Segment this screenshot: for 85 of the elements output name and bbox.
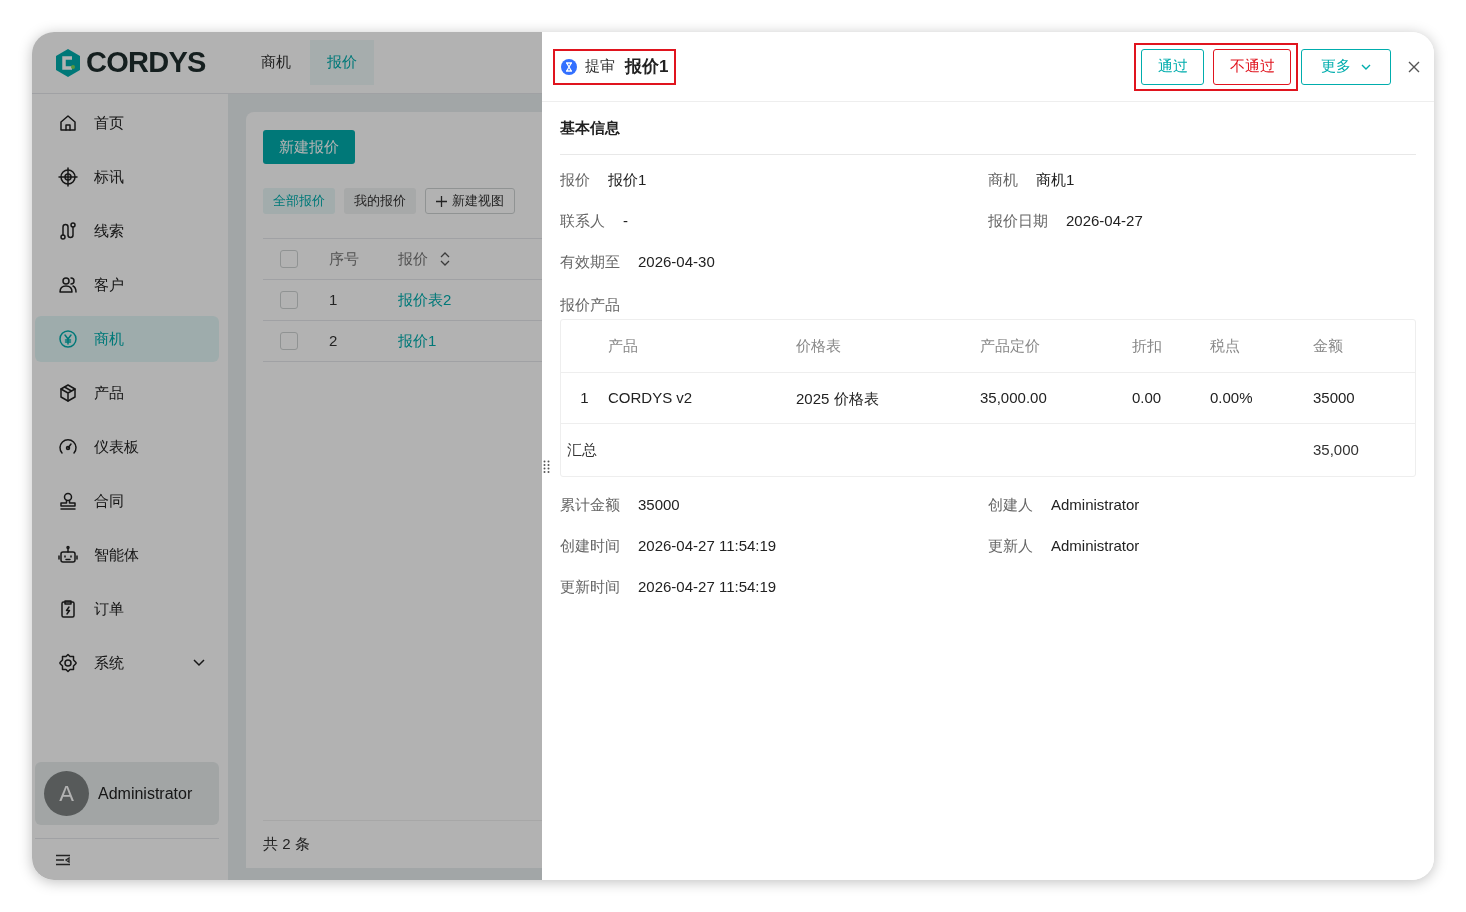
field-value: 2026-04-27 <box>1066 211 1143 231</box>
table-cell-text: 1 <box>579 387 590 408</box>
checkbox[interactable] <box>280 291 298 309</box>
table-cell-text: 35000 <box>1313 387 1356 408</box>
table-cell-text: 1 <box>329 289 339 310</box>
target-icon <box>58 167 78 187</box>
sidebar-item[interactable]: 智能体 <box>35 532 219 578</box>
close-icon[interactable] <box>1408 60 1420 73</box>
table-cell-text: 0.00% <box>1210 387 1254 408</box>
column-header: 税点 <box>1210 335 1241 356</box>
table-cell-text: CORDYS v2 <box>608 387 694 408</box>
stamp-icon <box>58 491 78 511</box>
view-tab[interactable]: 我的报价 <box>344 188 416 214</box>
checkbox[interactable] <box>280 332 298 350</box>
field-value: - <box>623 211 628 231</box>
field-value: 35000 <box>638 495 680 515</box>
field-label: 报价产品 <box>560 295 621 316</box>
collapse-sidebar-icon[interactable] <box>55 853 71 866</box>
yen-icon <box>58 329 78 349</box>
table-cell-text: 2025 价格表 <box>796 389 880 410</box>
field-value: 报价1 <box>608 170 647 190</box>
chevron-icon <box>193 659 205 667</box>
section-heading: 基本信息 <box>560 117 620 138</box>
sidebar-item[interactable]: 仪表板 <box>35 424 219 470</box>
field-label: 累计金额 <box>560 495 620 515</box>
logo-text: CORDYS <box>86 44 206 80</box>
drag-handle-icon[interactable] <box>543 460 551 474</box>
field-value: Administrator <box>1051 495 1140 515</box>
field-value: 2026-04-30 <box>638 252 715 272</box>
avatar: A <box>44 771 89 816</box>
plus-icon <box>436 195 447 207</box>
field-value: Administrator <box>1051 536 1140 556</box>
new-view-button[interactable]: 新建视图 <box>425 188 515 214</box>
column-header: 报价 <box>398 248 428 269</box>
field-label: 有效期至 <box>560 252 620 272</box>
gear-icon <box>58 653 78 673</box>
sidebar-item[interactable]: 合同 <box>35 478 219 524</box>
summary-label: 汇总 <box>567 439 598 460</box>
reject-button[interactable]: 不通过 <box>1213 48 1291 85</box>
field-label: 报价 <box>560 170 590 190</box>
user-card[interactable]: A Administrator <box>35 762 219 825</box>
summary-value: 35,000 <box>1313 439 1359 460</box>
column-header: 折扣 <box>1132 335 1163 356</box>
column-header: 序号 <box>329 248 360 269</box>
checkbox[interactable] <box>280 250 298 268</box>
chevron-down-icon <box>1361 63 1371 70</box>
table-cell-text: 35,000.00 <box>980 387 1048 408</box>
status-label: 提审 <box>585 56 615 77</box>
top-tab[interactable]: 商机 <box>244 40 308 85</box>
field-value: 2026-04-27 11:54:19 <box>638 577 777 597</box>
field-label: 报价日期 <box>988 211 1048 231</box>
sidebar-item[interactable]: 产品 <box>35 370 219 416</box>
box-icon <box>58 383 78 403</box>
field-label: 联系人 <box>560 211 605 231</box>
sidebar-item[interactable]: 首页 <box>35 100 219 146</box>
clipboard-icon <box>58 599 78 619</box>
users-icon <box>58 275 78 295</box>
home-icon <box>58 113 78 133</box>
sidebar-item[interactable]: 线索 <box>35 208 219 254</box>
column-header: 产品 <box>608 335 639 356</box>
total-count: 共 2 条 <box>263 834 310 855</box>
route-icon <box>58 221 78 241</box>
logo-icon <box>54 47 82 78</box>
gauge-icon <box>58 437 78 457</box>
column-header: 价格表 <box>796 335 842 356</box>
field-value: 2026-04-27 11:54:19 <box>638 536 777 556</box>
column-header: 金额 <box>1313 335 1344 356</box>
drawer-title: 报价1 <box>625 55 669 78</box>
field-label: 创建人 <box>988 495 1033 515</box>
user-name: Administrator <box>98 783 193 804</box>
field-value: 商机1 <box>1036 170 1075 190</box>
column-header: 产品定价 <box>980 335 1041 356</box>
field-label: 商机 <box>988 170 1018 190</box>
table-cell-text: 2 <box>329 330 339 351</box>
sidebar-item[interactable]: 客户 <box>35 262 219 308</box>
field-label: 创建时间 <box>560 536 620 556</box>
sidebar-item[interactable]: 标讯 <box>35 154 219 200</box>
robot-icon <box>58 545 78 565</box>
hourglass-icon <box>561 58 577 75</box>
field-label: 更新时间 <box>560 577 620 597</box>
sort-icon[interactable] <box>440 252 450 266</box>
sidebar-item[interactable]: 系统 <box>35 640 219 686</box>
field-label: 更新人 <box>988 536 1033 556</box>
sidebar-item[interactable]: 订单 <box>35 586 219 632</box>
table-cell-text: 0.00 <box>1132 387 1163 408</box>
